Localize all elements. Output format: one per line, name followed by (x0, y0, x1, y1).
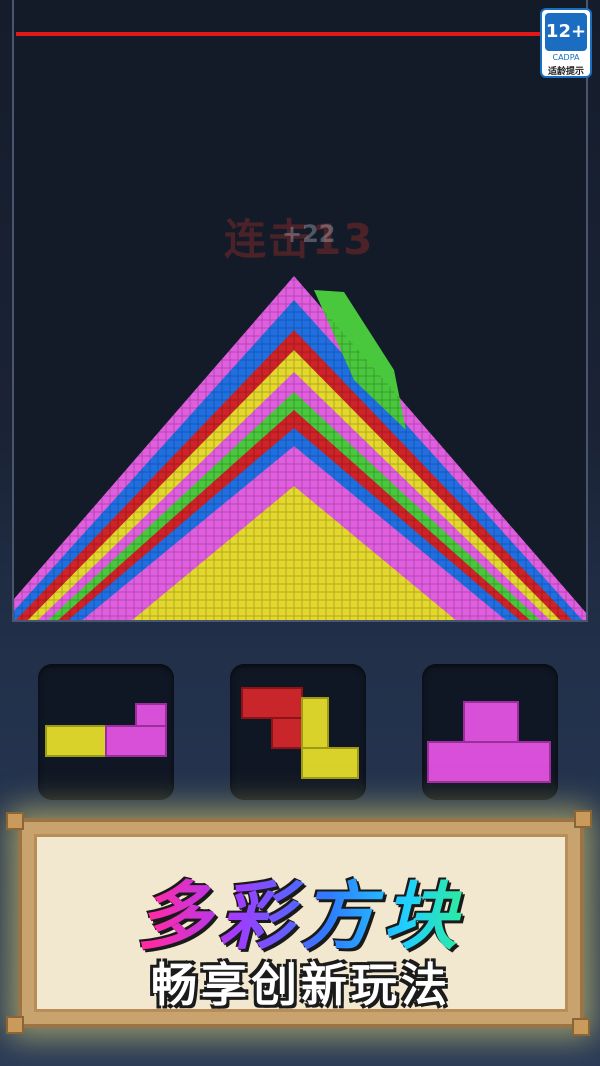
banner-panel: 多彩方块 畅享创新玩法 (34, 834, 568, 1012)
danger-limit-line (16, 32, 544, 36)
game-board[interactable]: 连击13 +22 (12, 0, 588, 622)
game-title: 多彩方块 (37, 857, 565, 964)
age-rating-tip: 适龄提示 (547, 67, 584, 77)
score-popup: +22 (282, 220, 336, 248)
game-subtitle: 畅享创新玩法 (151, 958, 451, 1012)
banner-corner-block (574, 810, 592, 828)
sand-pile (14, 276, 586, 620)
piece-slot-1[interactable] (38, 664, 174, 800)
age-rating-number: 12+ (545, 13, 587, 51)
piece-slot-3[interactable] (422, 664, 558, 800)
piece-slot-2[interactable] (230, 664, 366, 800)
piece-L-yellow-pink[interactable] (38, 664, 174, 800)
piece-T-pink[interactable] (422, 664, 558, 800)
banner-corner-block (572, 1018, 590, 1036)
sand-grid-overlay (14, 276, 586, 620)
piece-Z-red-yellow[interactable] (230, 664, 366, 800)
banner-corner-block (6, 1016, 24, 1034)
banner-corner-block (6, 812, 24, 830)
age-rating-badge: 12+ CADPA 适龄提示 (540, 8, 592, 78)
age-rating-org: CADPA (552, 53, 580, 62)
promo-banner: 多彩方块 畅享创新玩法 (18, 818, 584, 1028)
